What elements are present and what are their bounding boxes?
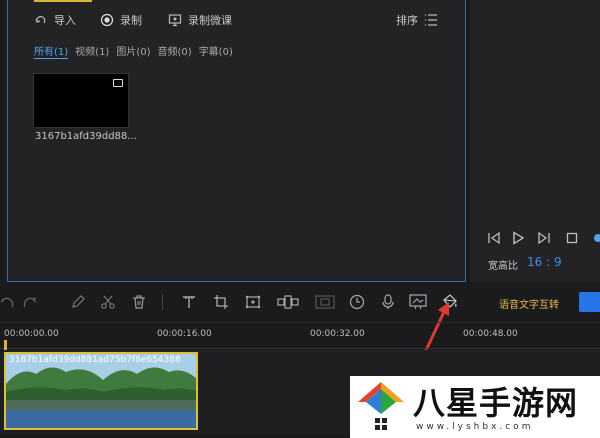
tab-image[interactable]: 图片(0): [116, 43, 150, 59]
play-icon[interactable]: [511, 231, 525, 245]
tab-video[interactable]: 视频(1): [75, 43, 109, 59]
import-label: 导入: [54, 14, 76, 27]
stop-icon[interactable]: [565, 231, 579, 245]
record-icon: [100, 13, 114, 27]
record-button[interactable]: 录制: [100, 12, 142, 28]
screen-record-icon: [168, 14, 182, 27]
watermark-url: www.lyshbx.com: [416, 422, 534, 432]
microphone-icon[interactable]: [381, 294, 395, 310]
video-badge-icon: [113, 79, 123, 87]
clip-frame-thumbnail: [6, 354, 103, 428]
zoom-frame-icon[interactable]: [244, 294, 262, 310]
ruler-baseline: [0, 348, 600, 349]
video-clip[interactable]: 3167b1afd39dd881ad75b7f8e654388: [4, 352, 198, 430]
import-icon: [35, 16, 46, 24]
playhead[interactable]: [4, 340, 7, 350]
import-button[interactable]: 导入: [34, 12, 76, 28]
tab-all[interactable]: 所有(1): [34, 43, 69, 59]
watermark-logo-icon: [358, 382, 404, 430]
tick-label: 00:00:48.00: [463, 329, 518, 339]
watermark-text: 八星手游网: [413, 384, 579, 422]
volume-slider-knob-icon[interactable]: [592, 231, 600, 245]
media-filename: 3167b1afd39dd88...: [35, 131, 137, 142]
voice-to-text-button[interactable]: 语音文字互转: [499, 296, 559, 311]
record-course-button[interactable]: 录制微课: [168, 12, 232, 28]
mosaic-icon[interactable]: [277, 294, 299, 310]
crop-icon[interactable]: [213, 294, 229, 310]
tab-audio[interactable]: 音频(0): [158, 43, 192, 59]
undo-icon[interactable]: [0, 294, 14, 310]
clip-title: 3167b1afd39dd881ad75b7f8e654388: [9, 355, 181, 365]
tick-label: 00:00:32.00: [310, 329, 365, 339]
site-watermark: 八星手游网 www.lyshbx.com: [350, 376, 600, 438]
record-label: 录制: [120, 14, 142, 27]
scissors-icon[interactable]: [100, 294, 116, 310]
next-frame-icon[interactable]: [537, 231, 551, 245]
export-button[interactable]: [579, 292, 600, 312]
record-course-label: 录制微课: [188, 14, 232, 27]
speed-clock-icon[interactable]: [349, 294, 365, 310]
tick-label: 00:00:00.00: [4, 329, 59, 339]
sort-icon: [425, 14, 437, 26]
media-toolbar: 导入 录制 录制微课 排序: [8, 12, 465, 32]
toolbar-divider: [162, 294, 163, 310]
tab-indicator: [34, 0, 92, 2]
delete-icon[interactable]: [131, 294, 147, 310]
aspect-ratio-label: 宽高比: [488, 261, 518, 272]
pen-icon[interactable]: [70, 294, 86, 310]
timeline-ruler[interactable]: 00:00:00.00 00:00:16.00 00:00:32.00 00:0…: [0, 322, 600, 350]
clip-frame-thumbnail: [103, 354, 196, 428]
text-icon[interactable]: [181, 294, 197, 310]
aspect-ratio-value[interactable]: 16 : 9: [527, 255, 562, 269]
media-filter-tabs: 所有(1) 视频(1) 图片(0) 音频(0) 字幕(0): [34, 43, 233, 59]
media-thumbnail[interactable]: [33, 73, 129, 128]
sort-button[interactable]: 排序: [396, 12, 438, 28]
media-library-panel: 导入 录制 录制微课 排序 所有(1) 视频(1) 图片(0) 音频(0) 字幕…: [7, 0, 466, 282]
tab-subtitle[interactable]: 字幕(0): [199, 43, 233, 59]
tick-label: 00:00:16.00: [157, 329, 212, 339]
redo-icon[interactable]: [22, 294, 38, 310]
freeze-frame-icon[interactable]: [315, 294, 335, 310]
sort-label: 排序: [396, 14, 418, 27]
prev-frame-icon[interactable]: [487, 231, 501, 245]
